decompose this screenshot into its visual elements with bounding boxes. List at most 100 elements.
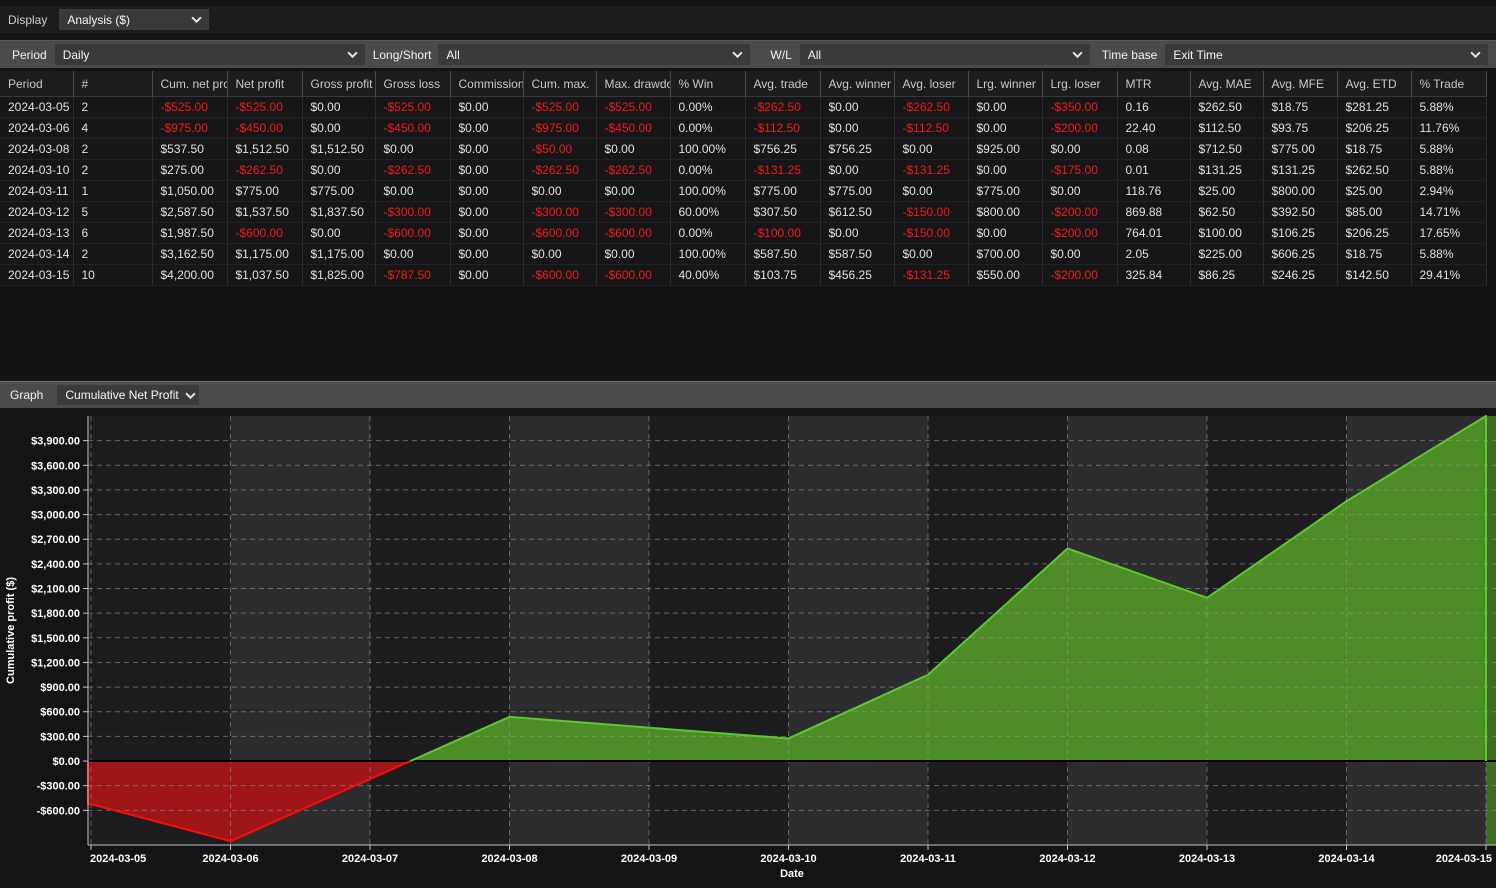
- column-header[interactable]: Cum. max.: [523, 71, 597, 97]
- column-header[interactable]: % Trade: [1411, 71, 1487, 97]
- trade-performance-window: Display Analysis ($) Period Daily Long/S…: [0, 0, 1496, 888]
- table-cell: 40.00%: [670, 264, 746, 286]
- column-header[interactable]: Avg. MAE: [1190, 71, 1264, 97]
- table-cell: $1,987.50: [152, 222, 228, 244]
- plot-stripe: [788, 416, 928, 845]
- table-cell: -$131.25: [894, 264, 969, 286]
- table-cell: -$600.00: [596, 264, 671, 286]
- column-header[interactable]: Avg. trade: [745, 71, 821, 97]
- column-header[interactable]: Avg. ETD: [1337, 71, 1412, 97]
- table-cell: $0.00: [894, 180, 969, 202]
- table-cell: $0.00: [894, 138, 969, 160]
- y-tick-label: $2,100.00: [31, 584, 80, 596]
- column-header[interactable]: Lrg. loser: [1042, 71, 1118, 97]
- table-cell: 60.00%: [670, 201, 746, 223]
- table-row[interactable]: 2024-03-10 2 $275.00 -$262.50 $0.00 -$262.50 $…: [0, 159, 1487, 181]
- column-header[interactable]: % Win: [670, 71, 746, 97]
- column-header[interactable]: MTR: [1117, 71, 1191, 97]
- table-row[interactable]: 2024-03-08 2 $537.50 $1,512.50 $1,512.50 $0.0…: [0, 138, 1487, 160]
- wl-label: W/L: [770, 47, 792, 62]
- column-header[interactable]: Max. drawdown: [596, 71, 671, 97]
- table-cell: $3,162.50: [152, 243, 228, 265]
- table-cell: $206.25: [1337, 117, 1412, 139]
- table-cell: -$600.00: [596, 222, 671, 244]
- chart-canvas: $3,900.00 $3,600.00 $3,300.00 $3,000.00 $2,7…: [5, 415, 1496, 880]
- table-cell: -$262.50: [894, 96, 969, 118]
- table-cell: $1,825.00: [302, 264, 376, 286]
- period-select[interactable]: Daily: [54, 44, 365, 65]
- table-cell: $606.25: [1263, 243, 1338, 265]
- table-cell: $0.00: [450, 117, 524, 139]
- table-row[interactable]: 2024-03-06 4 -$975.00 -$450.00 $0.00 -$450.00…: [0, 117, 1487, 139]
- table-cell: $103.75: [745, 264, 821, 286]
- table-cell: $0.00: [820, 117, 895, 139]
- table-cell: 4: [73, 117, 153, 139]
- y-tick-label: -$600.00: [37, 805, 80, 817]
- table-cell: -$350.00: [1042, 96, 1118, 118]
- table-cell: 2024-03-10: [0, 159, 74, 181]
- table-cell: $0.00: [820, 159, 895, 181]
- column-header[interactable]: Avg. MFE: [1263, 71, 1338, 97]
- chevron-down-icon: [732, 51, 744, 58]
- table-cell: 2024-03-08: [0, 138, 74, 160]
- table-cell: -$131.25: [894, 159, 969, 181]
- column-header[interactable]: Avg. winner: [820, 71, 895, 97]
- column-header[interactable]: #: [73, 71, 153, 97]
- table-cell: $100.00: [1190, 222, 1264, 244]
- table-cell: $307.50: [745, 201, 821, 223]
- table-cell: $0.00: [596, 138, 671, 160]
- column-header[interactable]: Net profit: [227, 71, 303, 97]
- column-header[interactable]: Gross profit: [302, 71, 376, 97]
- table-cell: $0.00: [302, 117, 376, 139]
- column-header[interactable]: Avg. loser: [894, 71, 969, 97]
- period-label: Period: [12, 47, 47, 62]
- table-cell: $587.50: [820, 243, 895, 265]
- table-cell: $775.00: [302, 180, 376, 202]
- longshort-select[interactable]: All: [438, 44, 751, 65]
- table-cell: -$525.00: [375, 96, 451, 118]
- table-cell: -$600.00: [227, 222, 303, 244]
- column-header[interactable]: Lrg. winner: [968, 71, 1043, 97]
- table-cell: $0.00: [450, 264, 524, 286]
- table-cell: $0.00: [302, 96, 376, 118]
- column-header[interactable]: Gross loss: [375, 71, 451, 97]
- wl-select[interactable]: All: [799, 44, 1090, 65]
- table-cell: -$131.25: [745, 159, 821, 181]
- timebase-select[interactable]: Exit Time: [1165, 44, 1488, 65]
- column-header[interactable]: Cum. net profit: [152, 71, 228, 97]
- table-row[interactable]: 2024-03-11 1 $1,050.00 $775.00 $775.00 $0.00 $…: [0, 180, 1487, 202]
- table-cell: 5: [73, 201, 153, 223]
- table-row[interactable]: 2024-03-12 5 $2,587.50 $1,537.50 $1,837.50 -$…: [0, 201, 1487, 223]
- column-header[interactable]: Period: [0, 71, 74, 97]
- x-axis-title: Date: [780, 868, 804, 880]
- table-row[interactable]: 2024-03-15 10 $4,200.00 $1,037.50 $1,825.00-…: [0, 264, 1487, 286]
- column-header[interactable]: Commission: [450, 71, 524, 97]
- table-cell: -$600.00: [523, 222, 597, 244]
- table-cell: $0.00: [1042, 138, 1118, 160]
- table-cell: -$50.00: [523, 138, 597, 160]
- table-cell: 2024-03-06: [0, 117, 74, 139]
- table-cell: 1: [73, 180, 153, 202]
- display-select[interactable]: Analysis ($): [59, 9, 210, 30]
- table-cell: $0.00: [523, 243, 597, 265]
- table-cell: $18.75: [1263, 96, 1338, 118]
- table-cell: $712.50: [1190, 138, 1264, 160]
- graph-select[interactable]: Cumulative Net Profit: [57, 385, 200, 405]
- area-extension: [1486, 416, 1496, 845]
- table-cell: $456.25: [820, 264, 895, 286]
- table-cell: 869.88: [1117, 201, 1191, 223]
- table-cell: -$975.00: [523, 117, 597, 139]
- table-cell: -$300.00: [523, 201, 597, 223]
- table-cell: 2: [73, 243, 153, 265]
- table-row[interactable]: 2024-03-13 6 $1,987.50 -$600.00 $0.00 -$600.0…: [0, 222, 1487, 244]
- table-cell: $246.25: [1263, 264, 1338, 286]
- table-cell: 764.01: [1117, 222, 1191, 244]
- table-cell: $1,537.50: [227, 201, 303, 223]
- y-tick-label: $600.00: [40, 707, 80, 719]
- table-cell: $0.00: [596, 243, 671, 265]
- table-cell: 100.00%: [670, 243, 746, 265]
- graph-label: Graph: [10, 388, 44, 402]
- table-row[interactable]: 2024-03-05 2 -$525.00 -$525.00 $0.00 -$525.00…: [0, 96, 1487, 118]
- table-row[interactable]: 2024-03-14 2 $3,162.50 $1,175.00 $1,175.00 $0…: [0, 243, 1487, 265]
- table-cell: $0.00: [968, 96, 1043, 118]
